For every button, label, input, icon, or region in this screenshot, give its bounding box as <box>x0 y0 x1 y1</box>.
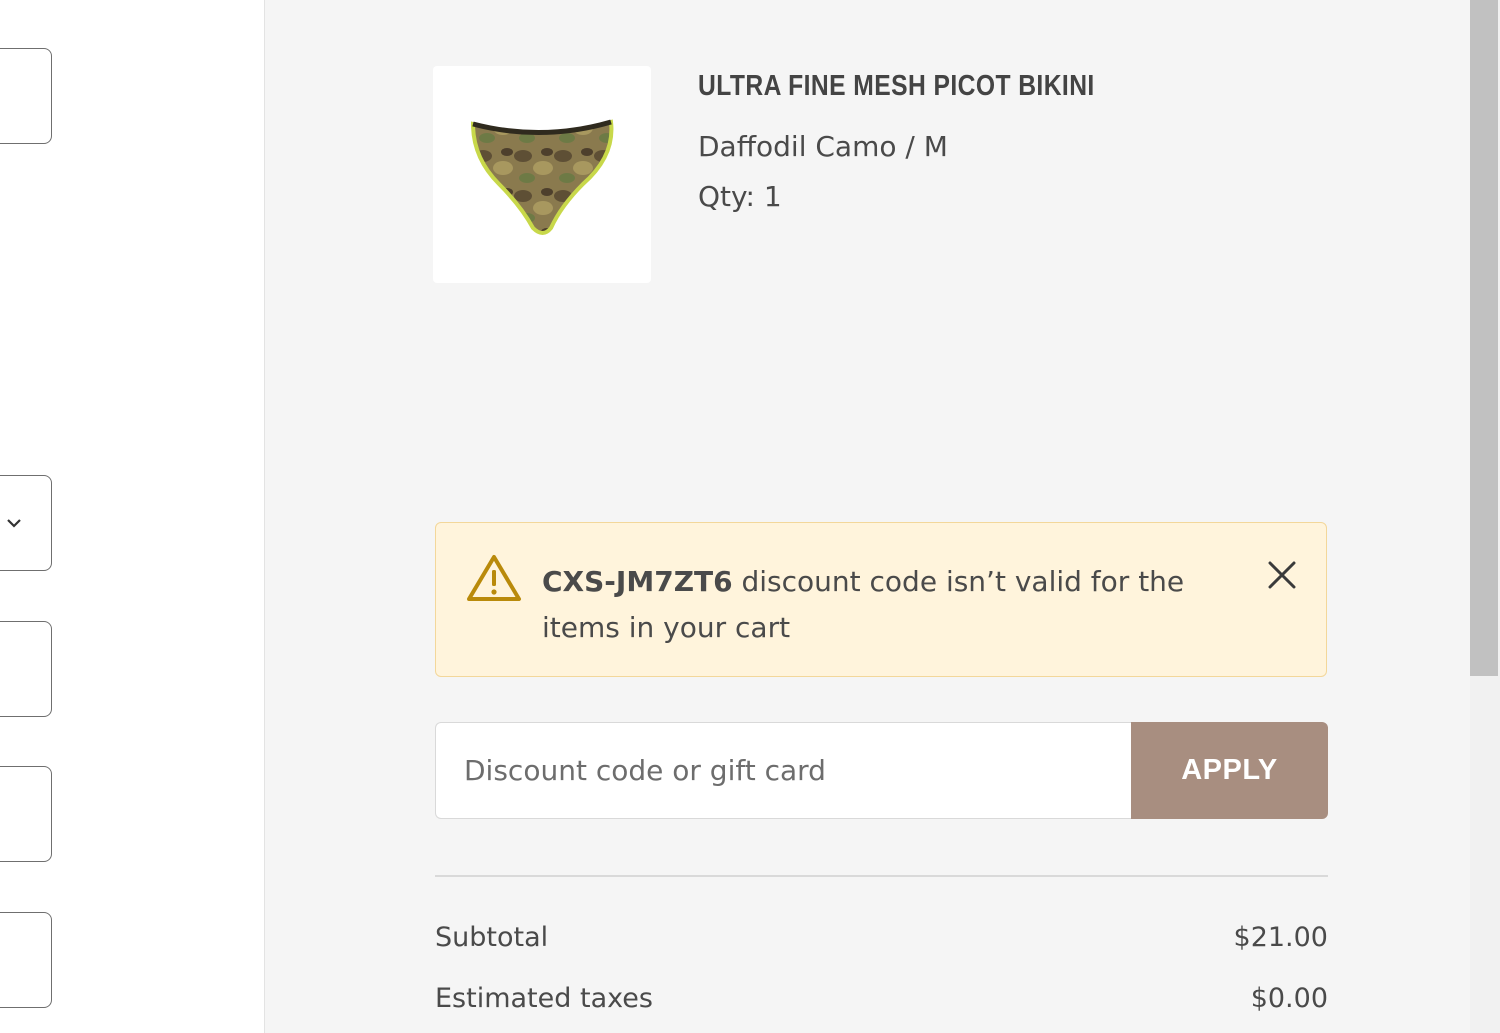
discount-warning-notice: CXS-JM7ZT6 discount code isn’t valid for… <box>435 522 1327 677</box>
taxes-label: Estimated taxes <box>435 983 653 1014</box>
warning-icon <box>467 555 521 601</box>
form-select-field[interactable] <box>0 475 52 571</box>
checkout-form-column <box>0 0 264 1033</box>
qty-value: 1 <box>763 180 782 213</box>
form-input-field[interactable] <box>0 621 52 717</box>
chevron-down-icon <box>7 519 21 528</box>
discount-code-input[interactable] <box>435 722 1132 819</box>
form-input-field[interactable] <box>0 48 52 144</box>
product-quantity: Qty: 1 <box>698 180 782 213</box>
subtotal-value: $21.00 <box>1233 922 1328 953</box>
form-input-field[interactable] <box>0 912 52 1008</box>
product-name: ULTRA FINE MESH PICOT BIKINI <box>698 70 1095 102</box>
apply-button[interactable]: APPLY <box>1131 722 1328 819</box>
product-variant: Daffodil Camo / M <box>698 130 948 163</box>
discount-code: CXS-JM7ZT6 <box>542 565 733 598</box>
qty-label: Qty: <box>698 180 755 213</box>
scrollbar-thumb[interactable] <box>1470 0 1498 676</box>
divider <box>435 875 1328 877</box>
bikini-product-image <box>470 119 614 235</box>
form-input-field[interactable] <box>0 766 52 862</box>
close-icon[interactable] <box>1266 559 1298 591</box>
product-thumbnail <box>433 66 651 283</box>
taxes-value: $0.00 <box>1250 983 1328 1014</box>
subtotal-label: Subtotal <box>435 922 549 953</box>
notice-message: CXS-JM7ZT6 discount code isn’t valid for… <box>542 559 1242 651</box>
